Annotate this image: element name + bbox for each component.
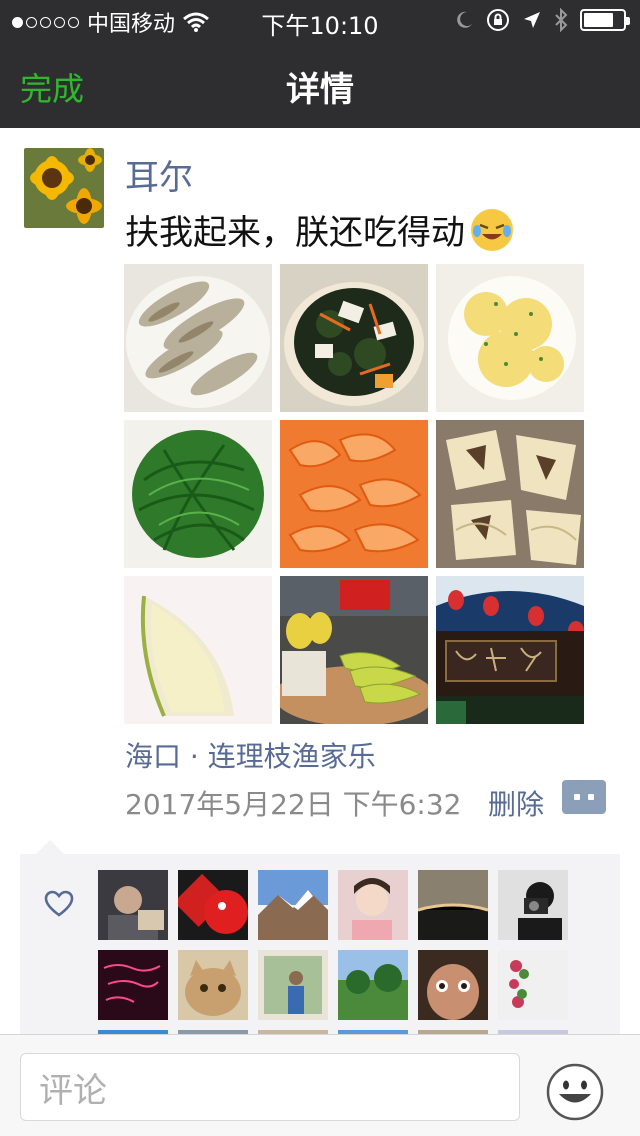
liker-avatar[interactable] <box>418 870 488 940</box>
rotation-lock-icon <box>487 9 509 31</box>
page-title: 详情 <box>286 70 354 110</box>
fruit-slice-photo[interactable] <box>124 576 272 724</box>
battery-tip <box>626 17 630 25</box>
likes-arrow <box>36 840 64 854</box>
location-arrow-icon <box>524 12 540 28</box>
battery-fill <box>584 13 613 27</box>
liker-avatar[interactable] <box>338 870 408 940</box>
liker-avatar[interactable] <box>258 870 328 940</box>
chopped-chicken-photo[interactable] <box>436 420 584 568</box>
comment-bar: 评论 <box>0 1034 640 1136</box>
restaurant-sign-photo[interactable] <box>436 576 584 724</box>
comment-placeholder: 评论 <box>39 1070 107 1111</box>
liker-avatar[interactable] <box>178 950 248 1020</box>
delete-button[interactable]: 删除 <box>488 783 544 823</box>
bananas-market-photo[interactable] <box>280 576 428 724</box>
steamed-fish-photo[interactable] <box>124 264 272 412</box>
post-text: 扶我起来，朕还吃得动 <box>125 205 513 254</box>
liker-avatar[interactable] <box>258 950 328 1020</box>
liker-avatar[interactable] <box>98 950 168 1020</box>
stir-fried-greens-photo[interactable] <box>124 420 272 568</box>
liker-avatar[interactable] <box>498 870 568 940</box>
comment-input[interactable]: 评论 <box>20 1053 520 1121</box>
liker-avatar[interactable] <box>338 950 408 1020</box>
moon-icon <box>457 11 472 28</box>
nav-bar: 完成 详情 <box>0 40 640 128</box>
liker-avatar[interactable] <box>98 870 168 940</box>
post-timestamp: 2017年5月22日 下午6:32 <box>125 788 462 821</box>
poster-username[interactable]: 耳尔 <box>125 150 193 199</box>
poster-avatar[interactable] <box>24 148 104 228</box>
post-location[interactable]: 海口 · 连理枝渔家乐 <box>125 735 376 775</box>
likes-section <box>20 854 620 1036</box>
status-bar: 中国移动 下午10:10 <box>0 0 640 40</box>
sunflower-avatar-image <box>24 148 104 228</box>
laughing-crying-emoji-icon <box>471 208 513 251</box>
status-right <box>454 8 630 32</box>
liker-avatar[interactable] <box>498 950 568 1020</box>
post-text-content: 扶我起来，朕还吃得动 <box>125 213 465 253</box>
liker-avatar[interactable] <box>418 950 488 1020</box>
heart-icon <box>44 890 74 917</box>
battery-icon <box>580 9 630 31</box>
comment-menu-dot <box>588 794 594 800</box>
smiley-icon[interactable] <box>546 1063 604 1121</box>
seaweed-salad-photo[interactable] <box>280 264 428 412</box>
comment-menu-button[interactable] <box>562 780 606 814</box>
bluetooth-icon <box>555 8 568 32</box>
liker-avatar[interactable] <box>178 870 248 940</box>
comment-menu-dot <box>574 794 580 800</box>
photo-grid <box>124 264 584 724</box>
scrambled-eggs-photo[interactable] <box>436 264 584 412</box>
boiled-shrimp-photo[interactable] <box>280 420 428 568</box>
